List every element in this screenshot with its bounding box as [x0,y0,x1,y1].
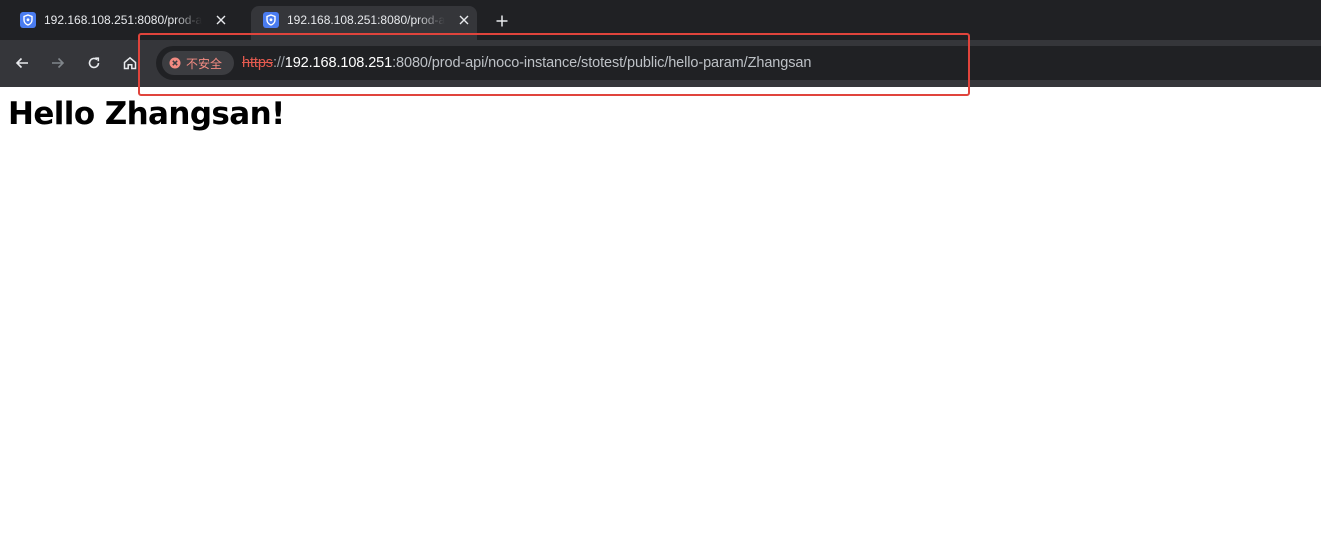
reload-button[interactable] [83,52,105,74]
tab-title: 192.168.108.251:8080/prod-api/noco-insta… [44,13,202,27]
browser-tab[interactable]: 192.168.108.251:8080/prod-api/noco-insta… [8,6,234,34]
forward-arrow-icon [52,57,65,69]
annotation-highlight-box [138,33,970,96]
tab-title: 192.168.108.251:8080/prod-api/noco-insta… [287,13,445,27]
home-icon [123,56,137,70]
plus-icon [496,15,508,27]
forward-button[interactable] [47,52,69,74]
back-button[interactable] [11,52,33,74]
site-favicon-icon [20,12,36,28]
reload-icon [88,57,100,69]
close-tab-icon[interactable] [455,11,473,29]
close-tab-icon[interactable] [212,11,230,29]
new-tab-button[interactable] [491,10,513,32]
back-arrow-icon [15,57,28,69]
page-heading: Hello Zhangsan! [8,96,285,132]
site-favicon-icon [263,12,279,28]
